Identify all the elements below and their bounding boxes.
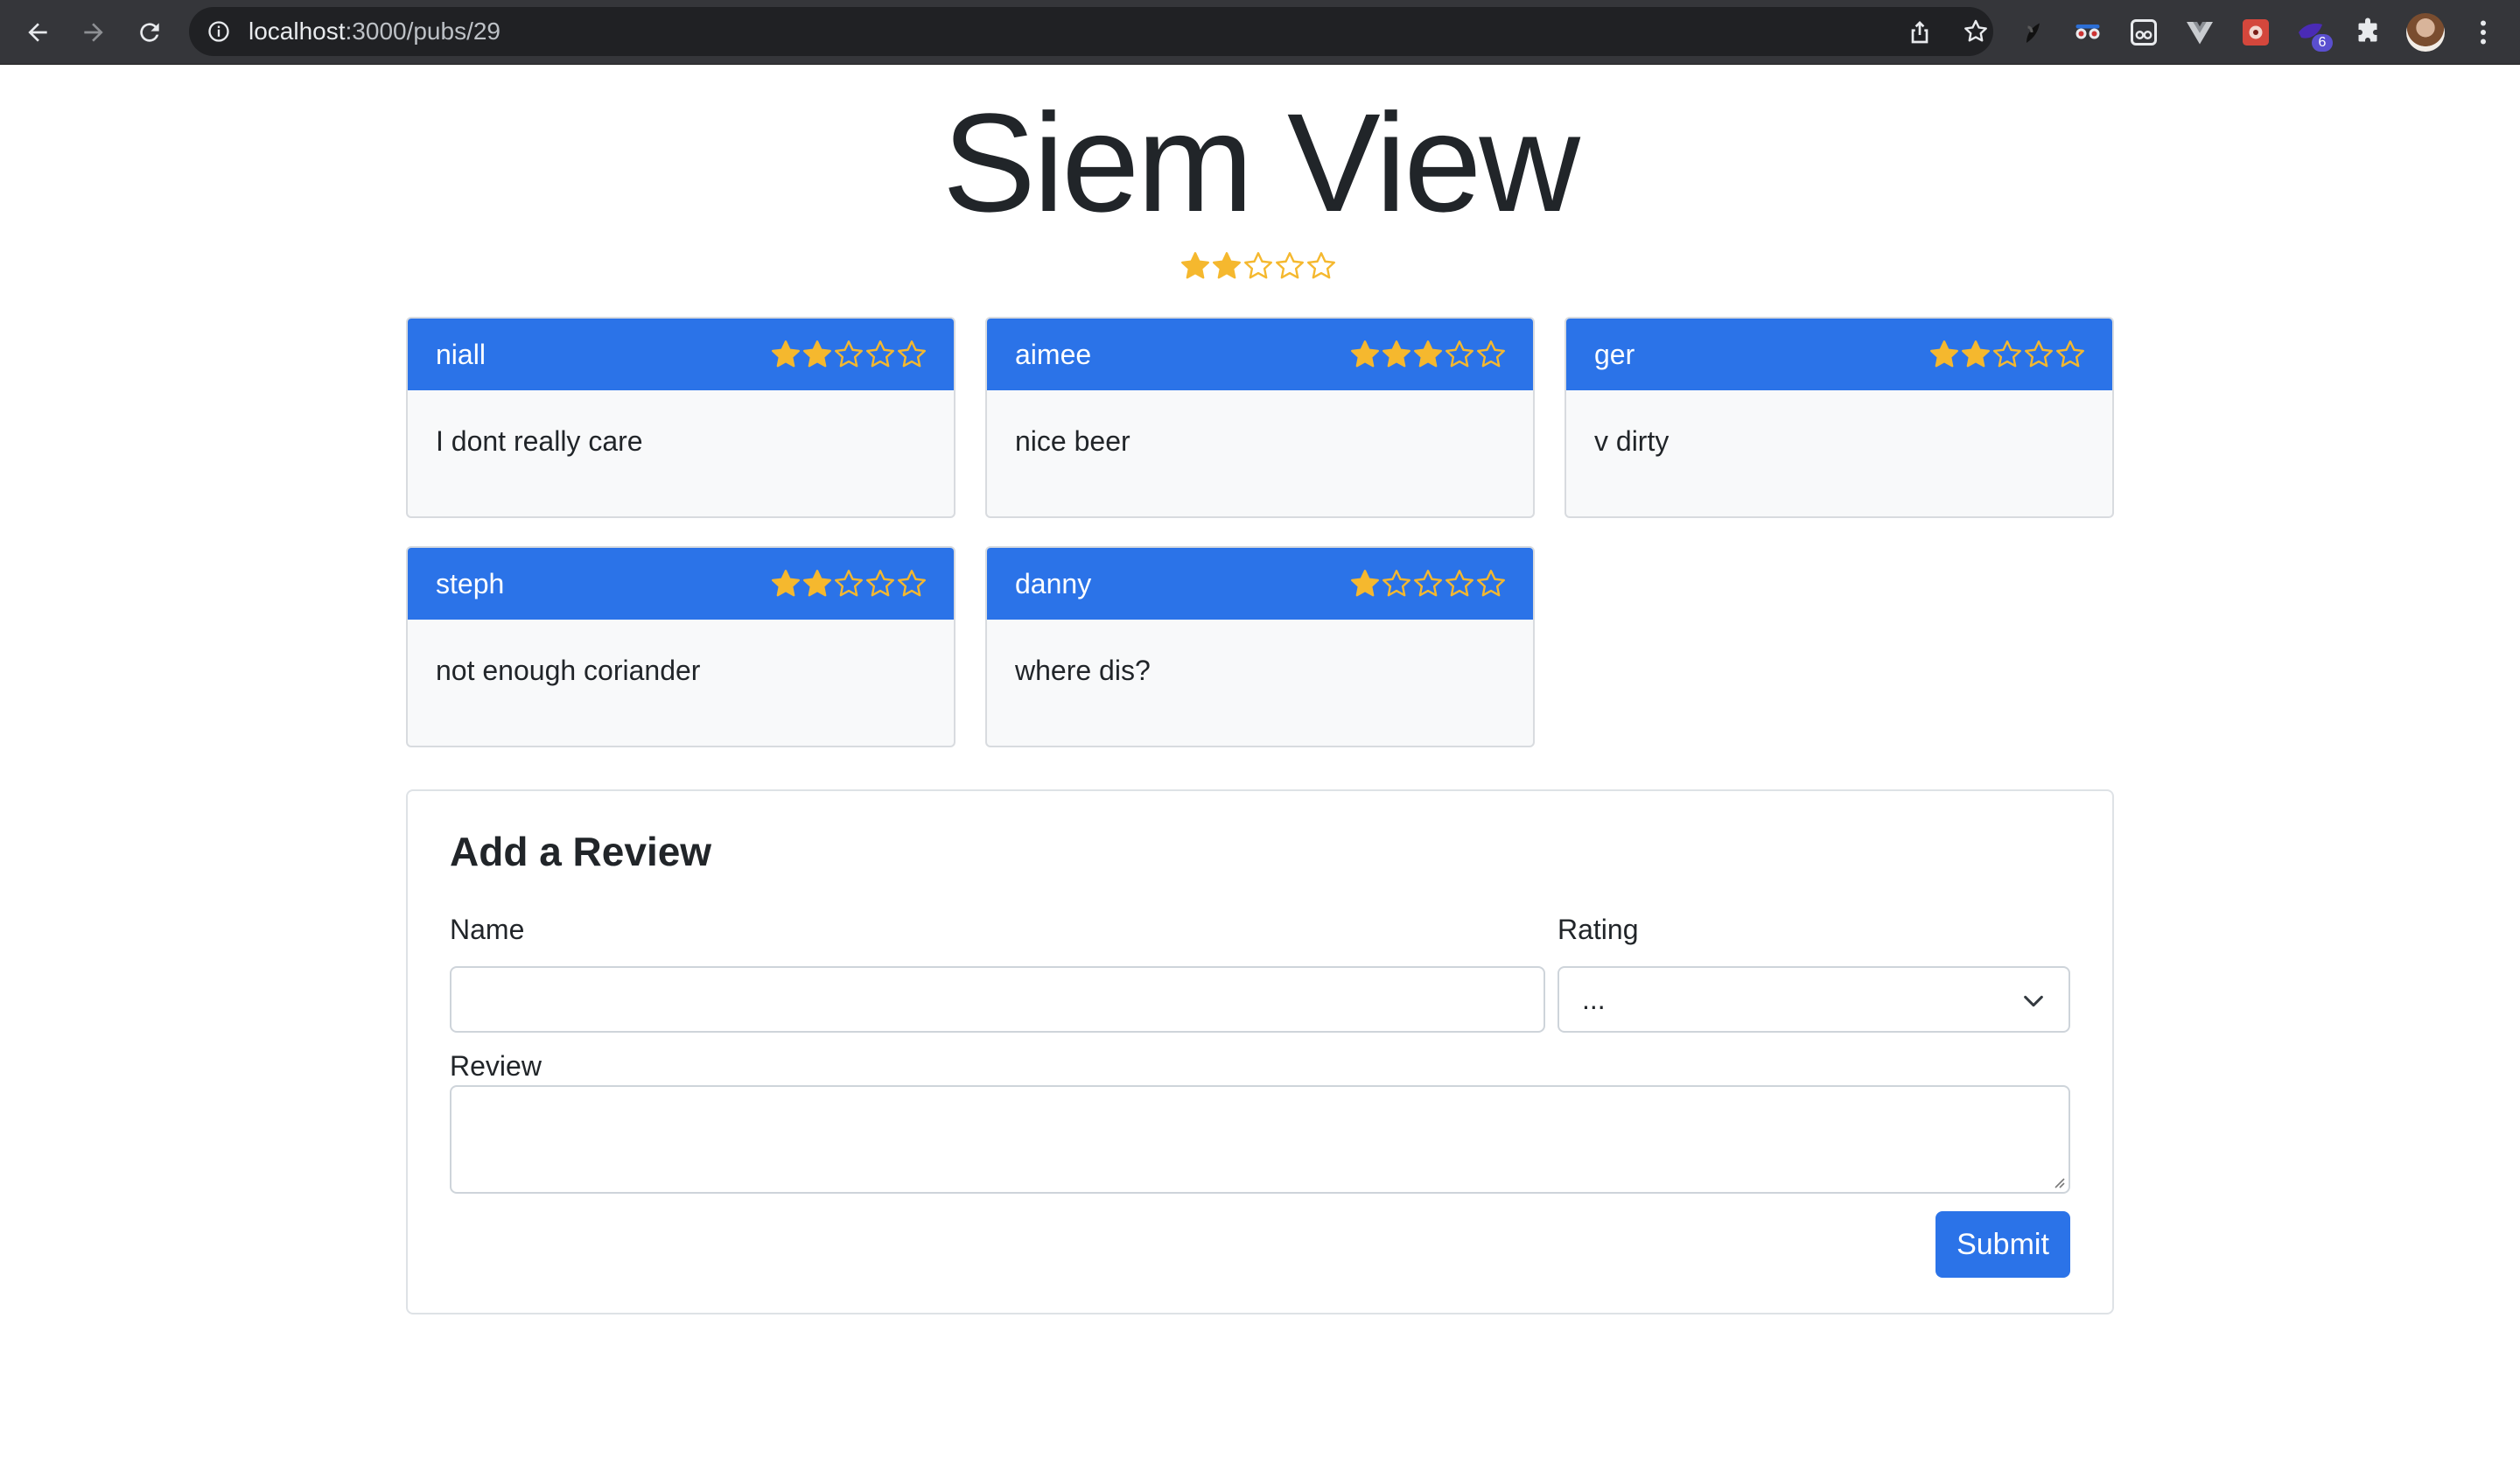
star-filled-icon (1960, 339, 1992, 370)
chevron-down-icon (2024, 995, 2043, 1007)
arrow-left-icon (28, 23, 47, 42)
back-button[interactable] (16, 11, 60, 54)
bookmark-star-icon[interactable] (1962, 18, 1990, 46)
review-text: nice beer (1015, 425, 1130, 457)
url-text: localhost:3000/pubs/29 (248, 18, 501, 45)
profile-avatar[interactable] (2406, 13, 2445, 52)
review-rating-stars (770, 339, 928, 370)
review-card: danny where dis? (985, 546, 1535, 747)
reviewer-name: danny (1015, 567, 1092, 599)
star-empty-icon (864, 339, 896, 370)
star-empty-icon (833, 568, 864, 599)
extension-face-icon[interactable] (2126, 15, 2161, 50)
rating-label: Rating (1558, 914, 1639, 945)
star-empty-icon (833, 339, 864, 370)
extension-purple-icon[interactable]: 6 (2294, 15, 2333, 52)
star-empty-icon (1475, 339, 1507, 370)
review-text: where dis? (1015, 655, 1151, 686)
rating-select[interactable]: ... (1558, 966, 2070, 1033)
review-card-header: ger (1566, 319, 2112, 390)
reviewer-name: aimee (1015, 338, 1092, 370)
review-text: I dont really care (436, 425, 643, 457)
review-rating-stars (770, 568, 928, 599)
extension-red-icon[interactable] (2238, 15, 2273, 50)
review-rating-stars (1349, 568, 1507, 599)
extension-leaf-icon[interactable] (2014, 15, 2049, 50)
star-filled-icon (770, 339, 802, 370)
star-empty-icon (2054, 339, 2086, 370)
review-text: v dirty (1594, 425, 1670, 457)
star-filled-icon (1211, 250, 1242, 282)
star-empty-icon (896, 568, 928, 599)
reload-button[interactable] (128, 11, 172, 54)
info-icon[interactable] (206, 19, 231, 44)
star-filled-icon (1180, 250, 1211, 282)
star-empty-icon (1444, 339, 1475, 370)
review-textarea[interactable] (450, 1085, 2070, 1194)
submit-button[interactable]: Submit (1936, 1211, 2070, 1278)
reviewer-name: steph (436, 567, 505, 599)
menu-kebab-icon[interactable] (2466, 15, 2501, 50)
star-filled-icon (1349, 568, 1381, 599)
star-filled-icon (1412, 339, 1444, 370)
review-text: not enough coriander (436, 655, 701, 686)
star-empty-icon (1381, 568, 1412, 599)
name-input[interactable] (450, 966, 1545, 1033)
forward-button[interactable] (72, 11, 116, 54)
star-empty-icon (1444, 568, 1475, 599)
extension-vue-icon[interactable] (2182, 15, 2217, 50)
share-icon[interactable] (1906, 18, 1934, 46)
star-empty-icon (896, 339, 928, 370)
review-card: niall I dont really care (406, 317, 956, 518)
review-label: Review (450, 1050, 542, 1082)
reviewer-name: niall (436, 338, 486, 370)
pub-rating-stars (1180, 250, 1340, 282)
star-filled-icon (1381, 339, 1412, 370)
star-filled-icon (770, 568, 802, 599)
review-rating-stars (1928, 339, 2086, 370)
review-card-header: niall (408, 319, 954, 390)
star-empty-icon (2023, 339, 2054, 370)
star-filled-icon (802, 568, 833, 599)
star-empty-icon (1992, 339, 2023, 370)
review-card: steph not enough coriander (406, 546, 956, 747)
star-empty-icon (1306, 250, 1337, 282)
reload-icon (140, 23, 159, 42)
review-card-header: aimee (987, 319, 1533, 390)
name-label: Name (450, 914, 525, 945)
rating-selected-value: ... (1582, 984, 1606, 1015)
star-filled-icon (1349, 339, 1381, 370)
extension-glasses-icon[interactable] (2070, 15, 2105, 50)
star-empty-icon (1242, 250, 1274, 282)
star-empty-icon (1274, 250, 1306, 282)
review-card: aimee nice beer (985, 317, 1535, 518)
page-content: Siem View niall I dont really care aimee… (0, 65, 2520, 1458)
reviewer-name: ger (1594, 338, 1635, 370)
arrow-right-icon (84, 23, 103, 42)
star-empty-icon (1412, 568, 1444, 599)
star-empty-icon (1475, 568, 1507, 599)
pub-title: Siem View (942, 84, 1580, 241)
add-review-form: Add a Review Name Rating ... Review Subm… (406, 789, 2114, 1314)
review-card-header: danny (987, 548, 1533, 620)
extensions-puzzle-icon[interactable] (2350, 15, 2385, 50)
review-rating-stars (1349, 339, 1507, 370)
star-filled-icon (802, 339, 833, 370)
browser-toolbar: localhost:3000/pubs/29 6 (0, 0, 2520, 65)
star-filled-icon (1928, 339, 1960, 370)
review-card: ger v dirty (1564, 317, 2114, 518)
review-card-header: steph (408, 548, 954, 620)
form-title: Add a Review (450, 829, 712, 874)
resize-grip-icon[interactable] (2049, 1173, 2065, 1188)
address-bar[interactable]: localhost:3000/pubs/29 (189, 7, 1993, 56)
star-empty-icon (864, 568, 896, 599)
extension-badge: 6 (2312, 34, 2333, 52)
